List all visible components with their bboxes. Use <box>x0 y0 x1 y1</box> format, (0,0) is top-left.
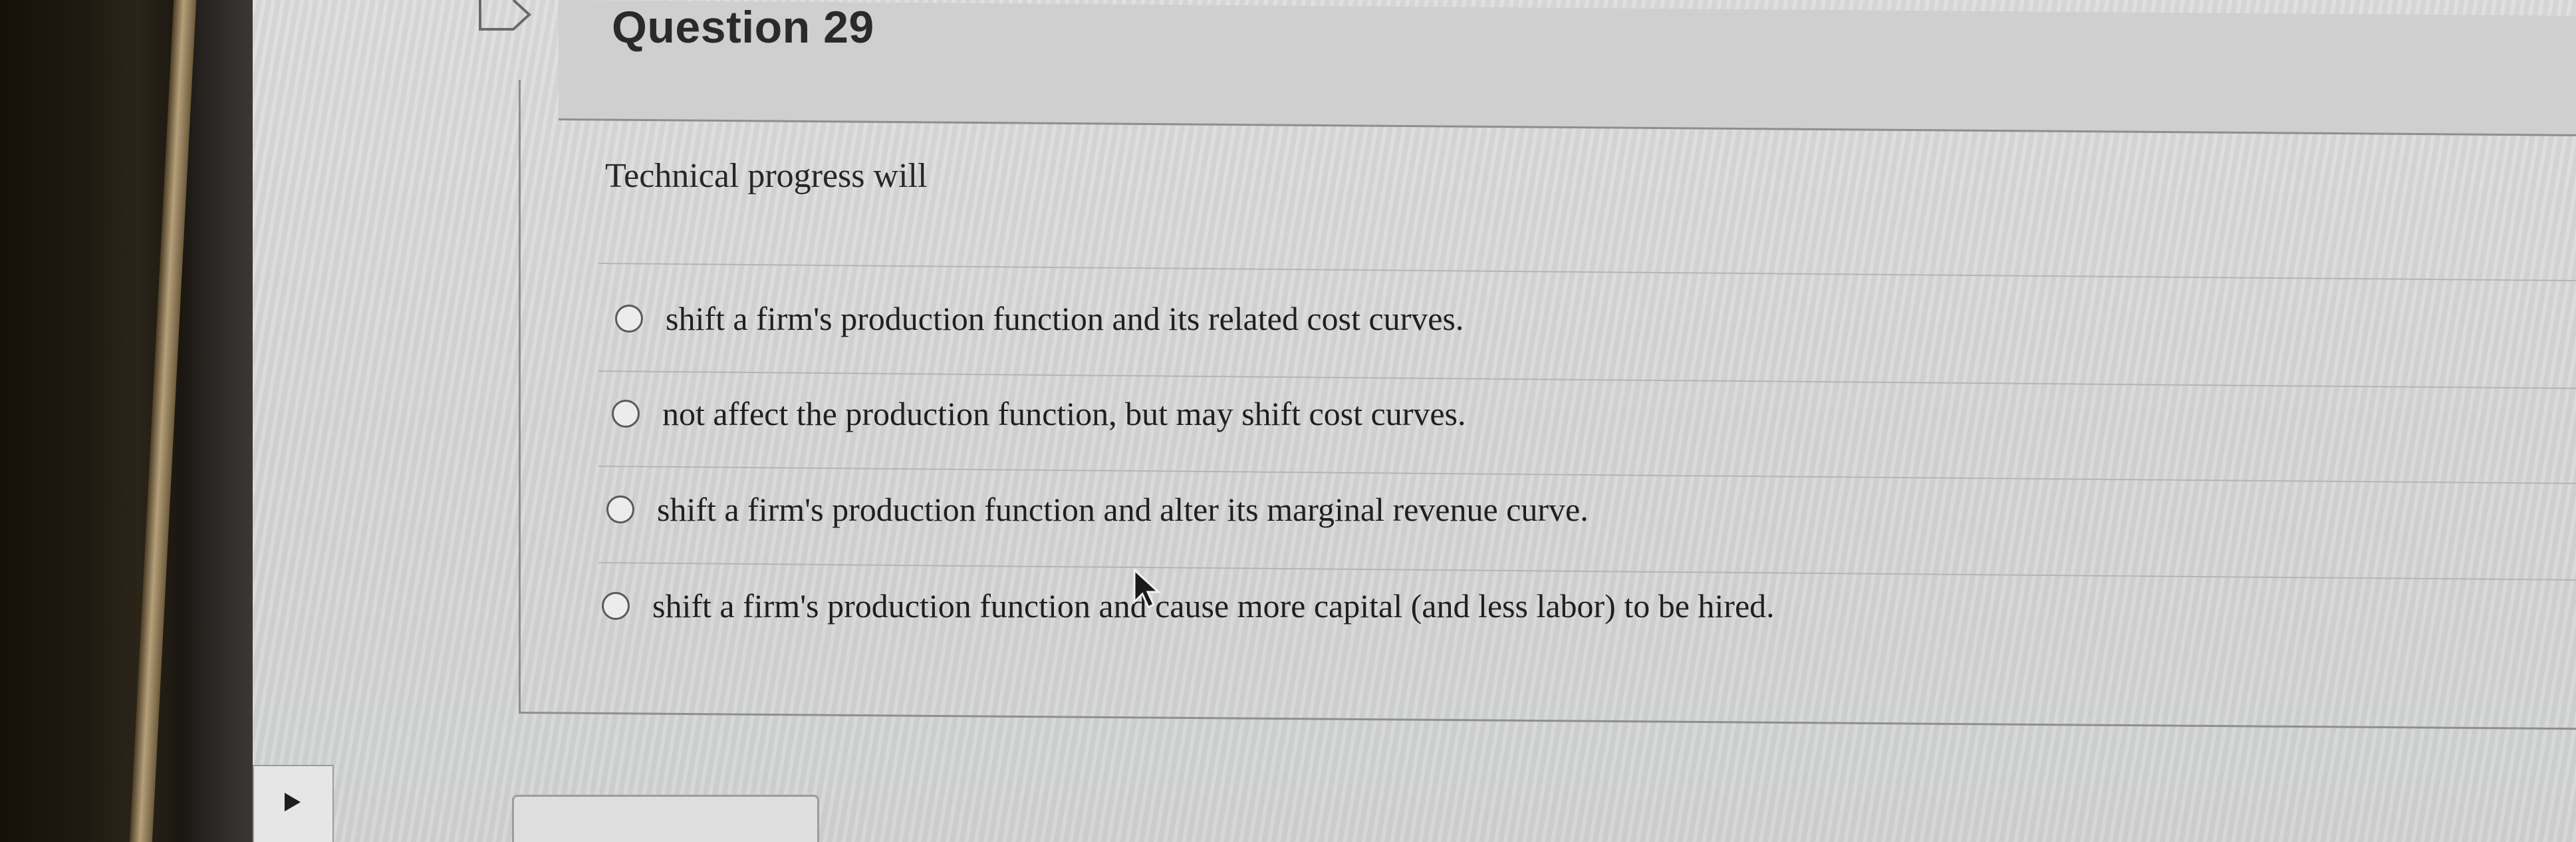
radio-button[interactable] <box>612 400 640 428</box>
radio-button[interactable] <box>615 305 643 333</box>
monitor-bezel <box>0 0 253 842</box>
bezel-edge <box>129 0 197 842</box>
screen: Question 29 Technical progress will shif… <box>253 0 2576 842</box>
navigation-toggle[interactable] <box>253 765 334 842</box>
answer-option-2[interactable]: not affect the production function, but … <box>612 394 1466 433</box>
answer-label[interactable]: shift a firm's production function and i… <box>666 299 1464 338</box>
bottom-navigation-button[interactable] <box>512 795 819 842</box>
mouse-pointer-icon <box>1133 569 1161 609</box>
answer-label[interactable]: not affect the production function, but … <box>662 394 1466 433</box>
answer-option-3[interactable]: shift a firm's production function and a… <box>606 490 1589 529</box>
flag-question-icon[interactable] <box>479 0 532 35</box>
radio-button[interactable] <box>602 592 630 620</box>
answer-label[interactable]: shift a firm's production function and a… <box>657 490 1589 529</box>
triangle-right-icon <box>285 793 301 811</box>
question-prompt: Technical progress will <box>605 157 928 195</box>
answer-option-4[interactable]: shift a firm's production function and c… <box>602 587 1775 625</box>
answer-label[interactable]: shift a firm's production function and c… <box>652 587 1775 625</box>
radio-button[interactable] <box>606 495 634 523</box>
answer-option-1[interactable]: shift a firm's production function and i… <box>615 299 1464 338</box>
question-title: Question 29 <box>612 2 874 53</box>
